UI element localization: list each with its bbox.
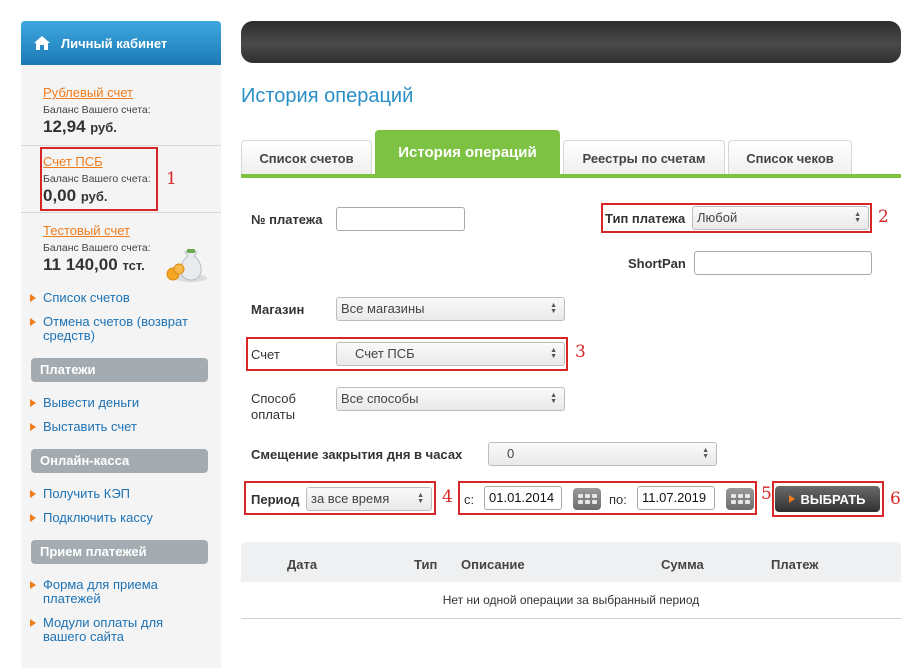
period-select[interactable]: за все время ▲ ▼ (306, 487, 432, 511)
link-connect-kassa[interactable]: Подключить кассу (30, 511, 153, 525)
shortpan-label: ShortPan (628, 256, 686, 271)
date-to-input[interactable]: 11.07.2019 (637, 486, 715, 510)
sidebar-header[interactable]: Личный кабинет (21, 21, 221, 65)
annotation-number-6: 6 (890, 489, 901, 509)
link-cancel-accounts[interactable]: Отмена счетов (возврат средств) (30, 315, 193, 343)
account-rub-link[interactable]: Рублевый счет (43, 85, 133, 100)
page-title: История операций (241, 85, 414, 107)
account-test-link[interactable]: Тестовый счет (43, 223, 130, 238)
payment-type-select[interactable]: Любой ▲ ▼ (692, 206, 869, 230)
payment-type-label: Тип платежа (605, 211, 686, 226)
link-payment-form[interactable]: Форма для приема платежей (30, 578, 183, 606)
money-bag-icon (166, 249, 207, 282)
payment-number-input[interactable] (336, 207, 465, 231)
sidebar-title: Личный кабинет (61, 35, 168, 51)
section-payments: Платежи (31, 358, 208, 382)
period-label: Период (251, 492, 300, 507)
payment-method-label: Способ оплаты (251, 391, 296, 422)
link-payment-modules[interactable]: Модули оплаты для вашего сайта (30, 616, 193, 644)
empty-table-message: Нет ни одной операции за выбранный перио… (442, 593, 700, 607)
payment-method-select[interactable]: Все способы ▲ ▼ (336, 387, 565, 411)
divider (21, 145, 221, 146)
account-label: Счет (251, 347, 280, 362)
payment-number-label: № платежа (251, 212, 323, 227)
calendar-icon[interactable] (726, 488, 754, 510)
annotation-box-1 (40, 147, 158, 211)
tab-receipts[interactable]: Список чеков (728, 140, 852, 176)
column-amount: Сумма (661, 557, 704, 572)
select-button[interactable]: ВЫБРАТЬ (775, 486, 880, 512)
date-to-label: по: (609, 492, 627, 507)
home-icon (34, 36, 50, 50)
section-accept-payments: Прием платежей (31, 540, 208, 564)
column-payment: Платеж (771, 557, 819, 572)
date-from-label: с: (464, 492, 475, 507)
select-arrows-icon: ▲ ▼ (854, 211, 861, 224)
account-select[interactable]: Счет ПСБ ▲ ▼ (336, 342, 565, 366)
link-withdraw[interactable]: Вывести деньги (29, 396, 139, 410)
day-offset-select[interactable]: 0 ▲ ▼ (488, 442, 717, 466)
sidebar: Личный кабинет Рублевый счет Баланс Ваше… (21, 21, 221, 668)
annotation-number-1: 1 (166, 169, 177, 189)
select-arrows-icon: ▲ ▼ (550, 392, 557, 405)
annotation-number-2: 2 (878, 207, 889, 227)
table-header: Дата Тип Описание Сумма Платеж (241, 542, 901, 582)
store-select[interactable]: Все магазины ▲ ▼ (336, 297, 565, 321)
select-arrows-icon: ▲ ▼ (550, 302, 557, 315)
select-arrows-icon: ▲ ▼ (550, 347, 557, 360)
select-arrows-icon: ▲ ▼ (417, 492, 424, 505)
column-type: Тип (414, 557, 438, 572)
tab-registries[interactable]: Реестры по счетам (563, 140, 725, 176)
account-rub: Рублевый счет Баланс Вашего счета: 12,94… (21, 85, 221, 137)
tab-operations-history[interactable]: История операций (375, 130, 560, 176)
arrow-right-icon (789, 495, 796, 503)
tab-underline (241, 174, 901, 178)
balance-label: Баланс Вашего счета: (43, 104, 151, 116)
annotation-number-3: 3 (575, 342, 586, 362)
calendar-icon[interactable] (573, 488, 601, 510)
tab-accounts-list[interactable]: Список счетов (241, 140, 372, 176)
date-from-input[interactable]: 01.01.2014 (484, 486, 562, 510)
tab-bar: Список счетов История операций Реестры п… (241, 128, 901, 176)
divider (21, 212, 221, 213)
link-issue-invoice[interactable]: Выставить счет (30, 420, 137, 434)
top-bar (241, 21, 901, 63)
store-label: Магазин (251, 302, 305, 317)
column-description: Описание (461, 557, 525, 572)
link-get-kep[interactable]: Получить КЭП (29, 487, 130, 501)
annotation-number-4: 4 (442, 487, 453, 507)
day-offset-label: Смещение закрытия дня в часах (251, 447, 463, 462)
divider (241, 618, 901, 619)
balance-value: 12,94 руб. (43, 117, 117, 136)
shortpan-input[interactable] (694, 251, 872, 275)
link-accounts-list[interactable]: Список счетов (30, 291, 130, 305)
annotation-number-5: 5 (761, 484, 772, 504)
select-arrows-icon: ▲ ▼ (702, 447, 709, 460)
section-online-kassa: Онлайн-касса (31, 449, 208, 473)
column-date: Дата (287, 557, 318, 572)
